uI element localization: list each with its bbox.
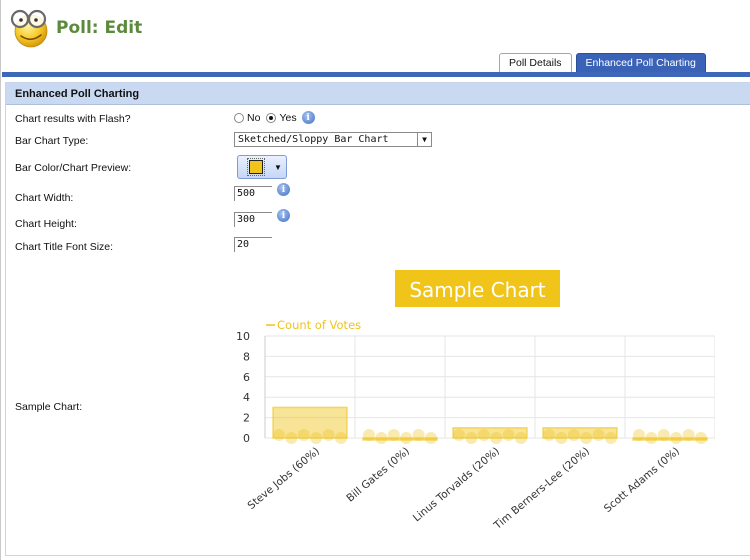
- sample-chart-label: Sample Chart:: [15, 401, 83, 413]
- sketch-mark: [477, 429, 490, 441]
- flash-yes-label: Yes: [279, 111, 297, 124]
- y-tick-label: 8: [243, 350, 250, 363]
- sketch-mark: [412, 429, 425, 441]
- sketch-mark: [633, 429, 645, 441]
- sketch-mark: [375, 432, 388, 444]
- sketch-mark: [695, 432, 707, 444]
- x-tick-label: Scott Adams (0%): [602, 445, 682, 515]
- sketch-mark: [322, 429, 335, 441]
- title-font-size-control: 20: [234, 237, 272, 252]
- window: Poll: Edit Poll Details Enhanced Poll Ch…: [0, 0, 750, 560]
- sketch-mark: [567, 429, 580, 441]
- chart-height-input[interactable]: 300: [234, 212, 272, 227]
- y-tick-label: 6: [243, 371, 250, 384]
- info-icon[interactable]: i: [277, 209, 290, 222]
- smiley-glasses-icon: [10, 9, 48, 48]
- sketch-mark: [273, 429, 285, 441]
- tab-poll-details[interactable]: Poll Details: [499, 53, 572, 73]
- tab-enhanced-poll-charting[interactable]: Enhanced Poll Charting: [575, 53, 706, 73]
- sketch-mark: [580, 432, 593, 444]
- y-tick-label: 0: [243, 432, 250, 445]
- x-tick-label: Steve Jobs (60%): [245, 445, 321, 512]
- title-font-size-label: Chart Title Font Size:: [15, 241, 114, 253]
- sketch-mark: [670, 432, 683, 444]
- chart-width-control: 500 i: [234, 183, 290, 201]
- sketch-mark: [387, 429, 400, 441]
- sketch-mark: [555, 432, 568, 444]
- x-tick-label: Bill Gates (0%): [344, 445, 412, 504]
- page-header: Poll: Edit Poll Details Enhanced Poll Ch…: [1, 0, 750, 73]
- sketch-mark: [310, 432, 323, 444]
- bar-chart-type-select[interactable]: Sketched/Sloppy Bar Chart ▼: [234, 132, 432, 147]
- bar-color-control: ▼: [237, 155, 287, 179]
- sketch-mark: [515, 432, 527, 444]
- flash-no-radio[interactable]: [234, 112, 244, 123]
- chart-svg: Sample Chart Count of Votes 0 2 4 6 8 10 Steve J…: [236, 270, 716, 532]
- bar-color-label: Bar Color/Chart Preview:: [15, 162, 132, 174]
- sketch-mark: [682, 429, 695, 441]
- x-tick-label: Linus Torvalds (20%): [411, 445, 502, 524]
- sketch-mark: [425, 432, 437, 444]
- bar-chart-type-label: Bar Chart Type:: [15, 135, 89, 147]
- chart-width-label: Chart Width:: [15, 192, 74, 204]
- settings-panel: Enhanced Poll Charting Chart results wit…: [5, 82, 750, 556]
- tab-bar: Poll Details Enhanced Poll Charting: [499, 53, 706, 73]
- sketch-mark: [605, 432, 617, 444]
- sketch-mark: [363, 429, 375, 441]
- info-icon[interactable]: i: [277, 183, 290, 196]
- chart-height-control: 300 i: [234, 209, 290, 227]
- y-tick-label: 10: [236, 330, 250, 343]
- sketch-mark: [592, 429, 605, 441]
- sketch-mark: [335, 432, 347, 444]
- sketch-mark: [465, 432, 478, 444]
- flash-label: Chart results with Flash?: [15, 113, 131, 125]
- flash-no-label: No: [247, 111, 261, 124]
- flash-yes-radio[interactable]: [266, 112, 277, 123]
- sketch-mark: [502, 429, 515, 441]
- chart-height-label: Chart Height:: [15, 218, 77, 230]
- x-tick-label: Tim Berners-Lee (20%): [491, 445, 592, 532]
- page-title: Poll: Edit: [56, 18, 143, 38]
- sketch-mark: [645, 432, 658, 444]
- color-swatch: [247, 158, 265, 176]
- bar-chart-type-control: Sketched/Sloppy Bar Chart ▼: [234, 132, 432, 147]
- y-tick-label: 4: [243, 391, 250, 404]
- section-header: Enhanced Poll Charting: [6, 83, 750, 105]
- title-font-size-input[interactable]: 20: [234, 237, 272, 252]
- chevron-down-icon: ▼: [417, 133, 431, 146]
- chart-title: Sample Chart: [409, 278, 545, 302]
- sketch-mark: [543, 429, 555, 441]
- chart-width-input[interactable]: 500: [234, 186, 272, 201]
- sketch-mark: [490, 432, 503, 444]
- sketch-mark: [453, 429, 465, 441]
- info-icon[interactable]: i: [301, 111, 315, 124]
- chevron-down-icon: ▼: [274, 162, 282, 172]
- sketch-mark: [297, 429, 310, 441]
- tab-underline: [2, 72, 750, 77]
- flash-radio-group: No Yes i: [234, 111, 315, 124]
- sketch-mark: [400, 432, 413, 444]
- legend-label: Count of Votes: [277, 318, 361, 332]
- sketch-mark: [657, 429, 670, 441]
- sample-chart: Sample Chart Count of Votes 0 2 4 6 8 10 Steve J…: [232, 262, 716, 550]
- bar-color-picker-button[interactable]: ▼: [237, 155, 287, 179]
- bar-chart-type-value: Sketched/Sloppy Bar Chart: [238, 134, 389, 145]
- y-tick-label: 2: [243, 412, 250, 425]
- sketch-mark: [285, 432, 298, 444]
